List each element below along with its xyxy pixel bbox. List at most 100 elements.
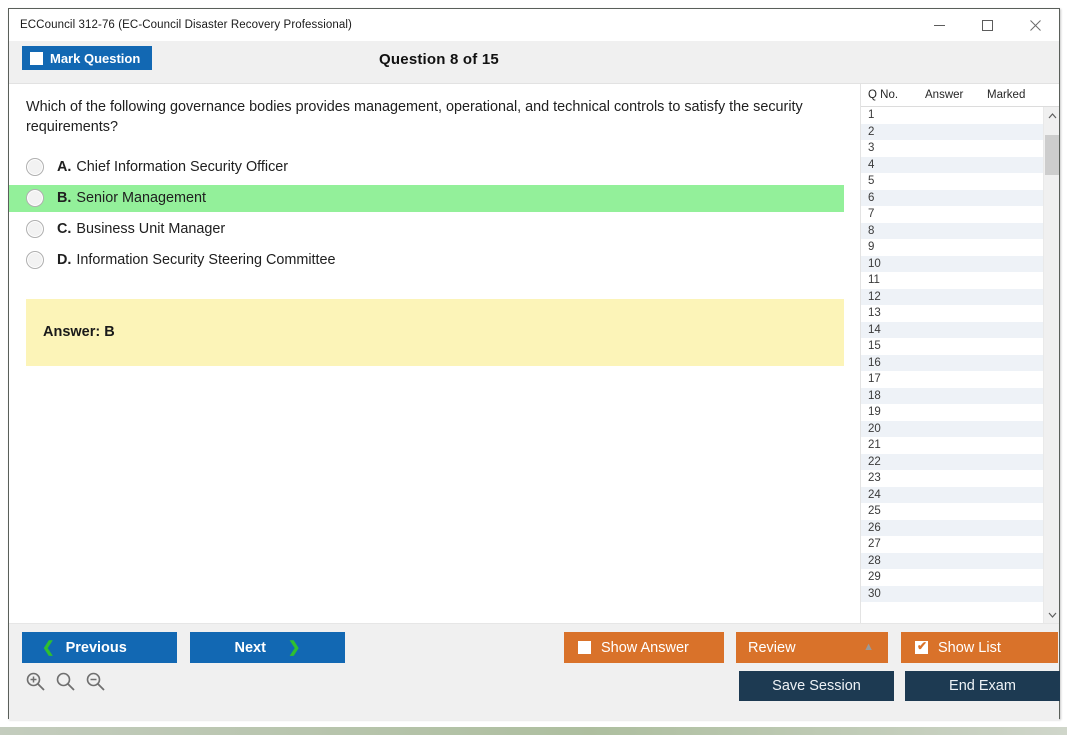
radio-icon[interactable] xyxy=(26,189,44,208)
question-list-row[interactable]: 29 xyxy=(861,569,1044,586)
zoom-out-icon[interactable] xyxy=(85,671,106,692)
zoom-reset-icon[interactable] xyxy=(55,671,76,692)
save-session-label: Save Session xyxy=(772,678,861,694)
option-b[interactable]: B. Senior Management xyxy=(9,184,844,212)
radio-icon[interactable] xyxy=(26,220,44,239)
row-question-number: 6 xyxy=(868,191,875,204)
question-list-row[interactable]: 24 xyxy=(861,486,1044,503)
row-question-number: 5 xyxy=(868,175,875,188)
question-list-row[interactable]: 19 xyxy=(861,404,1044,421)
row-question-number: 26 xyxy=(868,521,881,534)
show-answer-button[interactable]: Show Answer xyxy=(564,632,724,663)
radio-icon[interactable] xyxy=(26,251,44,270)
question-list-row[interactable]: 17 xyxy=(861,371,1044,388)
screen: ECCouncil 312-76 (EC-Council Disaster Re… xyxy=(0,0,1075,735)
question-list-row[interactable]: 21 xyxy=(861,437,1044,454)
row-question-number: 27 xyxy=(868,538,881,551)
question-list-row[interactable]: 5 xyxy=(861,173,1044,190)
question-list-row[interactable]: 16 xyxy=(861,354,1044,371)
question-list-rows: 1 2 3 4 5 6 7 8 9 10 11 12 13 14 15 16 17 18 19 20 21 22 23 24 2… xyxy=(861,107,1044,602)
answer-label: Answer: B xyxy=(43,324,115,341)
question-list-row[interactable]: 2 xyxy=(861,123,1044,140)
question-list-scrollbar[interactable] xyxy=(1043,107,1059,623)
question-list-row[interactable]: 4 xyxy=(861,156,1044,173)
question-list-row[interactable]: 1 xyxy=(861,107,1044,124)
minimize-button[interactable] xyxy=(915,9,963,41)
question-list-row[interactable]: 20 xyxy=(861,420,1044,437)
row-question-number: 25 xyxy=(868,505,881,518)
question-counter: Question 8 of 15 xyxy=(379,51,499,68)
radio-icon[interactable] xyxy=(26,158,44,177)
scroll-down-button[interactable] xyxy=(1044,606,1059,623)
exam-window: ECCouncil 312-76 (EC-Council Disaster Re… xyxy=(8,8,1060,720)
scroll-up-button[interactable] xyxy=(1044,107,1059,124)
column-header-answer: Answer xyxy=(925,89,964,101)
previous-button[interactable]: ❮ Previous xyxy=(22,632,177,663)
column-header-qno: Q No. xyxy=(868,89,899,101)
row-question-number: 3 xyxy=(868,142,875,155)
question-list-row[interactable]: 28 xyxy=(861,552,1044,569)
zoom-controls xyxy=(25,671,106,692)
close-icon xyxy=(1029,19,1041,31)
row-question-number: 22 xyxy=(868,455,881,468)
question-list-row[interactable]: 11 xyxy=(861,272,1044,289)
question-list-row[interactable]: 3 xyxy=(861,140,1044,157)
close-button[interactable] xyxy=(1011,9,1059,41)
question-list-row[interactable]: 30 xyxy=(861,585,1044,602)
row-question-number: 9 xyxy=(868,241,875,254)
show-list-label: Show List xyxy=(938,639,1001,656)
row-question-number: 28 xyxy=(868,554,881,567)
option-letter: D. xyxy=(57,252,72,269)
option-text: Information Security Steering Committee xyxy=(76,252,336,269)
review-label: Review xyxy=(748,639,796,656)
option-c[interactable]: C. Business Unit Manager xyxy=(9,216,860,243)
question-list-row[interactable]: 23 xyxy=(861,470,1044,487)
row-question-number: 16 xyxy=(868,356,881,369)
question-list-row[interactable]: 25 xyxy=(861,503,1044,520)
window-controls xyxy=(915,9,1059,41)
question-list-row[interactable]: 26 xyxy=(861,519,1044,536)
end-exam-button[interactable]: End Exam xyxy=(905,671,1060,701)
row-question-number: 19 xyxy=(868,406,881,419)
save-session-button[interactable]: Save Session xyxy=(739,671,894,701)
option-letter: C. xyxy=(57,221,72,238)
question-list-row[interactable]: 27 xyxy=(861,536,1044,553)
question-list-pane: Q No. Answer Marked 1 2 3 4 5 6 7 8 9 10 11 12 13 14 1… xyxy=(860,84,1059,623)
question-pane: Which of the following governance bodies… xyxy=(9,84,860,623)
scrollbar-thumb[interactable] xyxy=(1045,135,1059,175)
question-list-row[interactable]: 15 xyxy=(861,338,1044,355)
desktop-right-edge xyxy=(1067,0,1075,735)
question-list-row[interactable]: 18 xyxy=(861,387,1044,404)
maximize-button[interactable] xyxy=(963,9,1011,41)
bottom-toolbar: ❮ Previous Next ❯ Show Answer Review ▲ ✔… xyxy=(9,623,1060,720)
question-list-row[interactable]: 12 xyxy=(861,288,1044,305)
option-letter: B. xyxy=(57,190,72,207)
row-question-number: 10 xyxy=(868,257,881,270)
option-text: Senior Management xyxy=(76,190,206,207)
show-answer-checkbox-icon xyxy=(578,641,591,654)
question-list-row[interactable]: 13 xyxy=(861,305,1044,322)
option-a[interactable]: A. Chief Information Security Officer xyxy=(9,154,860,181)
row-question-number: 13 xyxy=(868,307,881,320)
question-list-row[interactable]: 7 xyxy=(861,206,1044,223)
row-question-number: 12 xyxy=(868,290,881,303)
show-answer-label: Show Answer xyxy=(601,639,689,656)
desktop-bottom-edge xyxy=(0,727,1075,735)
question-list-row[interactable]: 22 xyxy=(861,453,1044,470)
question-list-row[interactable]: 8 xyxy=(861,222,1044,239)
check-icon: ✔ xyxy=(917,639,928,653)
review-dropdown[interactable]: Review ▲ xyxy=(736,632,888,663)
next-button[interactable]: Next ❯ xyxy=(190,632,345,663)
row-question-number: 4 xyxy=(868,158,875,171)
previous-label: Previous xyxy=(65,639,127,656)
question-list-row[interactable]: 6 xyxy=(861,189,1044,206)
answer-panel: Answer: B xyxy=(26,298,844,366)
option-d[interactable]: D. Information Security Steering Committ… xyxy=(9,247,860,274)
zoom-in-icon[interactable] xyxy=(25,671,46,692)
question-list-row[interactable]: 14 xyxy=(861,321,1044,338)
question-list-row[interactable]: 10 xyxy=(861,255,1044,272)
show-list-button[interactable]: ✔ Show List xyxy=(901,632,1058,663)
maximize-icon xyxy=(981,19,993,31)
question-list-row[interactable]: 9 xyxy=(861,239,1044,256)
row-question-number: 15 xyxy=(868,340,881,353)
